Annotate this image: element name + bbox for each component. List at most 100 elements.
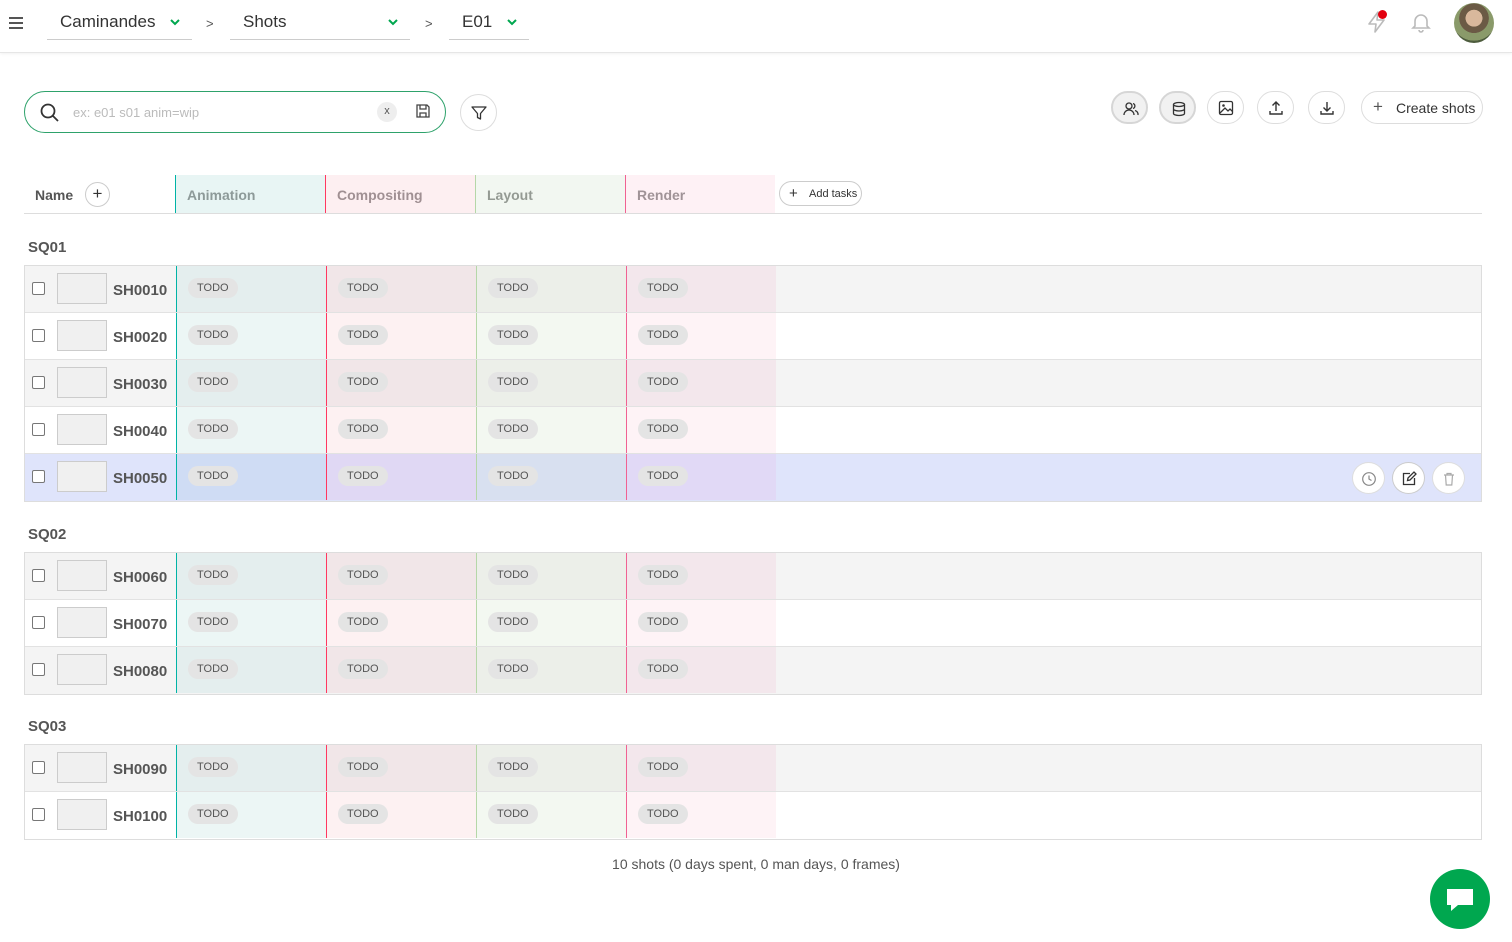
clear-search-button[interactable]: x (377, 102, 397, 122)
shot-thumbnail[interactable] (57, 654, 107, 685)
filter-button[interactable] (460, 94, 497, 131)
task-status-cell[interactable]: TODO (326, 360, 476, 406)
table-row[interactable]: SH0010 TODO TODO TODO TODO (25, 266, 1481, 313)
task-status-cell[interactable]: TODO (626, 553, 776, 599)
task-status-cell[interactable]: TODO (626, 454, 776, 500)
people-button[interactable] (1111, 91, 1148, 124)
task-status-cell[interactable]: TODO (476, 553, 626, 599)
row-checkbox[interactable] (32, 616, 45, 629)
task-status-cell[interactable]: TODO (326, 647, 476, 693)
task-status-cell[interactable]: TODO (626, 792, 776, 838)
shot-thumbnail[interactable] (57, 367, 107, 398)
task-status-cell[interactable]: TODO (626, 647, 776, 693)
import-button[interactable] (1257, 91, 1294, 124)
shot-thumbnail[interactable] (57, 799, 107, 830)
task-status-cell[interactable]: TODO (476, 360, 626, 406)
export-button[interactable] (1308, 91, 1345, 124)
column-header-layout[interactable]: Layout (475, 175, 625, 213)
task-status-cell[interactable]: TODO (626, 266, 776, 312)
row-checkbox[interactable] (32, 329, 45, 342)
menu-icon[interactable] (9, 17, 23, 31)
task-status-cell[interactable]: TODO (326, 407, 476, 453)
shot-thumbnail[interactable] (57, 414, 107, 445)
table-row[interactable]: SH0050 TODO TODO TODO TODO (25, 454, 1481, 501)
task-status-cell[interactable]: TODO (176, 313, 326, 359)
task-status-cell[interactable]: TODO (326, 600, 476, 646)
task-status-cell[interactable]: TODO (176, 792, 326, 838)
user-avatar[interactable] (1454, 3, 1494, 43)
row-checkbox[interactable] (32, 470, 45, 483)
add-tasks-button[interactable]: + Add tasks (779, 181, 862, 206)
shot-thumbnail[interactable] (57, 607, 107, 638)
task-status-cell[interactable]: TODO (176, 600, 326, 646)
task-status-cell[interactable]: TODO (326, 792, 476, 838)
row-checkbox[interactable] (32, 423, 45, 436)
task-status-cell[interactable]: TODO (326, 553, 476, 599)
thumbnails-button[interactable] (1207, 91, 1244, 124)
task-status-cell[interactable]: TODO (476, 313, 626, 359)
row-checkbox[interactable] (32, 761, 45, 774)
shot-name[interactable]: SH0030 (113, 376, 167, 393)
task-status-cell[interactable]: TODO (326, 454, 476, 500)
table-row[interactable]: SH0030 TODO TODO TODO TODO (25, 360, 1481, 407)
column-header-compositing[interactable]: Compositing (325, 175, 475, 213)
task-status-cell[interactable]: TODO (476, 647, 626, 693)
column-header-render[interactable]: Render (625, 175, 775, 213)
task-status-cell[interactable]: TODO (476, 454, 626, 500)
table-row[interactable]: SH0020 TODO TODO TODO TODO (25, 313, 1481, 360)
metadata-button[interactable] (1159, 91, 1196, 124)
shot-name[interactable]: SH0090 (113, 761, 167, 778)
delete-button[interactable] (1432, 462, 1465, 494)
shot-thumbnail[interactable] (57, 752, 107, 783)
task-status-cell[interactable]: TODO (626, 313, 776, 359)
task-status-cell[interactable]: TODO (176, 745, 326, 791)
shot-name[interactable]: SH0020 (113, 329, 167, 346)
task-status-cell[interactable]: TODO (626, 600, 776, 646)
search-input[interactable] (73, 102, 373, 122)
save-search-icon[interactable] (415, 103, 431, 119)
history-button[interactable] (1352, 462, 1385, 494)
task-status-cell[interactable]: TODO (476, 600, 626, 646)
add-column-button[interactable]: + (85, 182, 110, 207)
task-status-cell[interactable]: TODO (176, 553, 326, 599)
shot-name[interactable]: SH0050 (113, 470, 167, 487)
row-checkbox[interactable] (32, 569, 45, 582)
task-status-cell[interactable]: TODO (176, 266, 326, 312)
task-status-cell[interactable]: TODO (626, 745, 776, 791)
shot-thumbnail[interactable] (57, 273, 107, 304)
task-status-cell[interactable]: TODO (326, 745, 476, 791)
edit-button[interactable] (1392, 462, 1425, 494)
shot-thumbnail[interactable] (57, 320, 107, 351)
shot-name[interactable]: SH0060 (113, 569, 167, 586)
row-checkbox[interactable] (32, 282, 45, 295)
shot-thumbnail[interactable] (57, 560, 107, 591)
task-status-cell[interactable]: TODO (476, 407, 626, 453)
production-selector[interactable]: Caminandes (47, 10, 192, 40)
shot-name[interactable]: SH0070 (113, 616, 167, 633)
task-status-cell[interactable]: TODO (476, 792, 626, 838)
row-checkbox[interactable] (32, 808, 45, 821)
table-row[interactable]: SH0060 TODO TODO TODO TODO (25, 553, 1481, 600)
task-status-cell[interactable]: TODO (626, 360, 776, 406)
bell-icon[interactable] (1409, 10, 1433, 34)
episode-selector[interactable]: E01 (449, 10, 529, 40)
task-status-cell[interactable]: TODO (176, 454, 326, 500)
shot-name[interactable]: SH0040 (113, 423, 167, 440)
task-status-cell[interactable]: TODO (176, 407, 326, 453)
column-header-animation[interactable]: Animation (175, 175, 325, 213)
table-row[interactable]: SH0070 TODO TODO TODO TODO (25, 600, 1481, 647)
task-status-cell[interactable]: TODO (326, 313, 476, 359)
table-row[interactable]: SH0100 TODO TODO TODO TODO (25, 792, 1481, 839)
task-status-cell[interactable]: TODO (476, 745, 626, 791)
shot-name[interactable]: SH0010 (113, 282, 167, 299)
table-row[interactable]: SH0040 TODO TODO TODO TODO (25, 407, 1481, 454)
shot-name[interactable]: SH0080 (113, 663, 167, 680)
shot-name[interactable]: SH0100 (113, 808, 167, 825)
task-status-cell[interactable]: TODO (626, 407, 776, 453)
table-row[interactable]: SH0080 TODO TODO TODO TODO (25, 647, 1481, 694)
row-checkbox[interactable] (32, 663, 45, 676)
create-shots-button[interactable]: + Create shots (1361, 91, 1483, 124)
table-row[interactable]: SH0090 TODO TODO TODO TODO (25, 745, 1481, 792)
row-checkbox[interactable] (32, 376, 45, 389)
support-chat-button[interactable] (1430, 869, 1490, 929)
